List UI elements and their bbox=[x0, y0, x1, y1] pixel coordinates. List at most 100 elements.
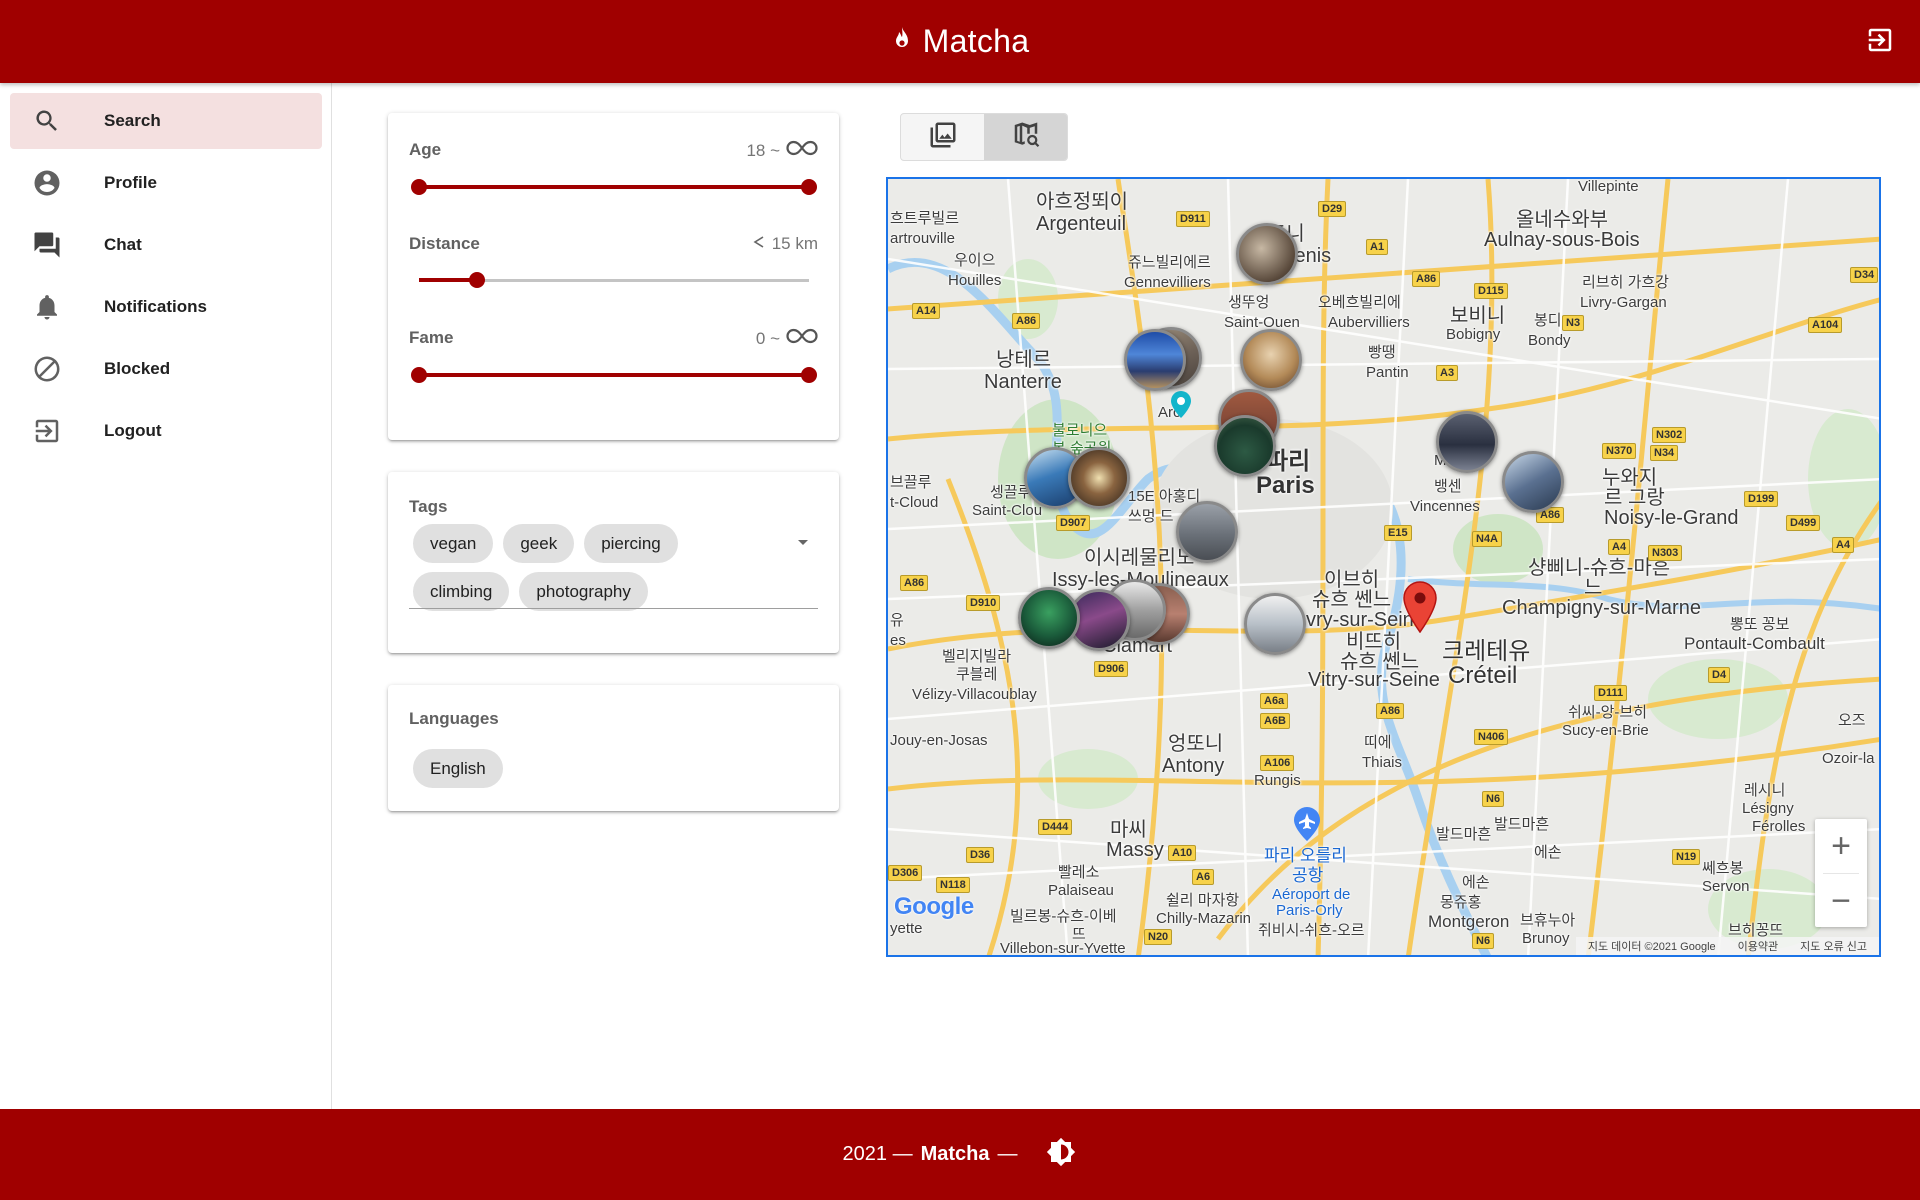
user-avatar-marker[interactable] bbox=[1214, 415, 1276, 477]
languages-label: Languages bbox=[409, 709, 499, 728]
road-shield: N6 bbox=[1472, 933, 1495, 949]
map-label: Argenteuil bbox=[1036, 213, 1127, 235]
languages-chips[interactable]: English bbox=[409, 749, 779, 788]
map-search-icon bbox=[1011, 120, 1041, 155]
map-label: Lésigny bbox=[1742, 800, 1794, 817]
road-shield: A86 bbox=[1412, 271, 1441, 287]
road-shield: D34 bbox=[1850, 267, 1879, 283]
road-shield: D36 bbox=[966, 847, 995, 863]
tag-chip[interactable]: vegan bbox=[413, 524, 494, 563]
map-label: 뱅센 bbox=[1434, 478, 1462, 495]
attribution-text: 지도 데이터 ©2021 Google bbox=[1587, 941, 1716, 953]
map-label: artrouville bbox=[890, 230, 956, 247]
app-footer: 2021 — Matcha — bbox=[0, 1109, 1920, 1200]
gallery-view-button[interactable] bbox=[901, 114, 984, 160]
tag-chip[interactable]: piercing bbox=[584, 524, 678, 563]
user-avatar-marker[interactable] bbox=[1068, 447, 1130, 509]
tag-chip[interactable]: geek bbox=[503, 524, 575, 563]
sidebar-item-logout[interactable]: Logout bbox=[10, 403, 322, 459]
map-label: Saint-Clou bbox=[972, 502, 1043, 519]
map-label: 레시니 bbox=[1744, 782, 1786, 799]
map-attribution: 지도 데이터 ©2021 Google 이용약관 지도 오류 신고 bbox=[1575, 937, 1879, 955]
fame-min-thumb[interactable] bbox=[411, 367, 427, 383]
map-label: Rungis bbox=[1254, 772, 1301, 789]
map-label: 쓰멍 드 bbox=[1128, 508, 1174, 525]
terms-link[interactable]: 이용약관 bbox=[1738, 938, 1778, 954]
zoom-in-button[interactable]: + bbox=[1815, 819, 1867, 873]
distance-slider[interactable] bbox=[419, 270, 809, 290]
user-avatar-marker[interactable] bbox=[1436, 411, 1498, 473]
map-label: Vélizy-Villacoublay bbox=[912, 686, 1037, 703]
sidebar-item-chat[interactable]: Chat bbox=[10, 217, 322, 273]
road-shield: N4A bbox=[1472, 531, 1503, 547]
block-icon bbox=[32, 354, 62, 384]
footer-dash: — bbox=[997, 1143, 1018, 1165]
road-shield: A6 bbox=[1192, 869, 1215, 885]
logout-icon bbox=[1865, 25, 1895, 60]
map-label: Villepinte bbox=[1578, 178, 1639, 195]
age-slider[interactable] bbox=[411, 177, 817, 197]
fame-max-thumb[interactable] bbox=[801, 367, 817, 383]
map-label: 생뚜엉 bbox=[1228, 294, 1270, 311]
filters-card: Age 18 ~ Distance 15 km Fame 0 ~ bbox=[388, 113, 839, 440]
road-shield: A10 bbox=[1168, 845, 1197, 861]
map-label: 발드마흔 bbox=[1436, 826, 1492, 843]
map-view-button[interactable] bbox=[984, 114, 1067, 160]
view-toggle[interactable] bbox=[900, 113, 1068, 161]
map-label: Saint-Ouen bbox=[1224, 314, 1300, 331]
user-avatar-marker[interactable] bbox=[1244, 593, 1306, 655]
map-label: Gennevilliers bbox=[1124, 274, 1211, 291]
sidebar-item-label: Chat bbox=[104, 235, 142, 254]
map-label: Brunoy bbox=[1522, 930, 1570, 947]
map-view[interactable]: 아흐정뙤이 Argenteuil 흐트루빌르 artrouville 우이으 H… bbox=[886, 177, 1881, 957]
user-avatar-marker[interactable] bbox=[1018, 587, 1080, 649]
zoom-out-button[interactable]: − bbox=[1815, 874, 1867, 928]
map-label: 오베흐빌리에 bbox=[1318, 294, 1401, 311]
sidebar-item-profile[interactable]: Profile bbox=[10, 155, 322, 211]
road-shield: N34 bbox=[1650, 445, 1679, 461]
map-label: 올네수와부 bbox=[1516, 209, 1608, 231]
sidebar-item-notifications[interactable]: Notifications bbox=[10, 279, 322, 335]
map-label: Champigny-sur-Marne bbox=[1502, 597, 1701, 619]
age-slider-fill bbox=[419, 185, 809, 189]
user-avatar-marker[interactable] bbox=[1124, 329, 1186, 391]
tag-chip[interactable]: climbing bbox=[413, 572, 510, 611]
map-label: 15E 아홍디 bbox=[1128, 488, 1201, 505]
fame-slider[interactable] bbox=[411, 365, 817, 385]
sidebar-item-search[interactable]: Search bbox=[10, 93, 322, 149]
road-shield: N118 bbox=[936, 877, 970, 893]
account-circle-icon bbox=[32, 168, 62, 198]
road-shield: N370 bbox=[1602, 443, 1637, 459]
road-shield: A3 bbox=[1436, 365, 1459, 381]
user-avatar-marker[interactable] bbox=[1502, 451, 1564, 513]
header-logout-button[interactable] bbox=[1862, 24, 1898, 60]
map-label: 오즈 bbox=[1838, 712, 1866, 729]
road-shield: E15 bbox=[1384, 525, 1412, 541]
age-min-thumb[interactable] bbox=[411, 179, 427, 195]
fame-value: 0 ~ bbox=[756, 328, 818, 349]
brand[interactable]: Matcha bbox=[0, 0, 1920, 83]
google-logo[interactable]: Google bbox=[894, 893, 974, 921]
user-avatar-marker[interactable] bbox=[1236, 223, 1298, 285]
tag-chip[interactable]: photography bbox=[519, 572, 648, 611]
infinity-icon bbox=[786, 140, 818, 161]
user-avatar-marker[interactable] bbox=[1176, 501, 1238, 563]
map-label: 누와지 bbox=[1602, 467, 1658, 489]
map-label: 에손 bbox=[1462, 874, 1490, 891]
chevron-down-icon[interactable] bbox=[795, 534, 811, 550]
map-label: Aulnay-sous-Bois bbox=[1484, 229, 1640, 251]
report-error-link[interactable]: 지도 오류 신고 bbox=[1800, 938, 1867, 954]
map-label: yette bbox=[890, 920, 923, 937]
search-icon bbox=[32, 106, 62, 136]
map-label: 파리 오를리 bbox=[1264, 846, 1347, 865]
user-avatar-marker[interactable] bbox=[1240, 329, 1302, 391]
road-shield: A4 bbox=[1608, 539, 1631, 555]
map-label: Férolles bbox=[1752, 818, 1806, 835]
road-shield: A4 bbox=[1832, 537, 1855, 553]
age-max-thumb[interactable] bbox=[801, 179, 817, 195]
tags-chips[interactable]: vegan geek piercing climbing photography bbox=[409, 524, 779, 611]
distance-thumb[interactable] bbox=[469, 272, 485, 288]
theme-toggle-button[interactable] bbox=[1045, 1137, 1077, 1171]
language-chip[interactable]: English bbox=[413, 749, 503, 788]
sidebar-item-blocked[interactable]: Blocked bbox=[10, 341, 322, 397]
